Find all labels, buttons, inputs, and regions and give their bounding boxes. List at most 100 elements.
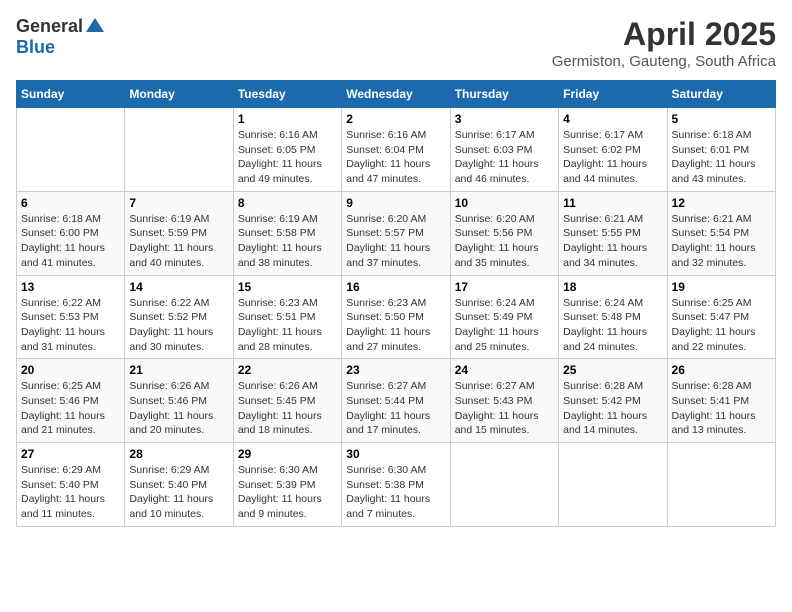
calendar-cell: 30 Sunrise: 6:30 AMSunset: 5:38 PMDayligh…: [342, 443, 450, 527]
calendar-day-header: Monday: [125, 81, 233, 108]
calendar-cell: 2 Sunrise: 6:16 AMSunset: 6:04 PMDaylight…: [342, 108, 450, 192]
day-number: 5: [672, 112, 771, 126]
day-number: 27: [21, 447, 120, 461]
day-number: 15: [238, 280, 337, 294]
day-info: Sunrise: 6:16 AMSunset: 6:04 PMDaylight:…: [346, 128, 445, 187]
calendar-cell: 16 Sunrise: 6:23 AMSunset: 5:50 PMDayligh…: [342, 275, 450, 359]
day-number: 6: [21, 196, 120, 210]
page-subtitle: Germiston, Gauteng, South Africa: [552, 53, 776, 70]
day-number: 30: [346, 447, 445, 461]
day-info: Sunrise: 6:21 AMSunset: 5:54 PMDaylight:…: [672, 212, 771, 271]
day-number: 24: [455, 363, 554, 377]
day-info: Sunrise: 6:29 AMSunset: 5:40 PMDaylight:…: [21, 463, 120, 522]
day-number: 7: [129, 196, 228, 210]
calendar-week-row: 6 Sunrise: 6:18 AMSunset: 6:00 PMDaylight…: [17, 191, 776, 275]
day-info: Sunrise: 6:29 AMSunset: 5:40 PMDaylight:…: [129, 463, 228, 522]
day-info: Sunrise: 6:28 AMSunset: 5:42 PMDaylight:…: [563, 379, 662, 438]
calendar-cell: 11 Sunrise: 6:21 AMSunset: 5:55 PMDayligh…: [559, 191, 667, 275]
calendar-cell: 22 Sunrise: 6:26 AMSunset: 5:45 PMDayligh…: [233, 359, 341, 443]
calendar-cell: 15 Sunrise: 6:23 AMSunset: 5:51 PMDayligh…: [233, 275, 341, 359]
day-info: Sunrise: 6:25 AMSunset: 5:46 PMDaylight:…: [21, 379, 120, 438]
calendar-cell: 17Sunrise: 6:24 AMSunset: 5:49 PMDayligh…: [450, 275, 558, 359]
calendar-cell: 14Sunrise: 6:22 AMSunset: 5:52 PMDayligh…: [125, 275, 233, 359]
day-info: Sunrise: 6:21 AMSunset: 5:55 PMDaylight:…: [563, 212, 662, 271]
day-number: 18: [563, 280, 662, 294]
day-number: 20: [21, 363, 120, 377]
calendar-cell: 13 Sunrise: 6:22 AMSunset: 5:53 PMDayligh…: [17, 275, 125, 359]
calendar-body: 1 Sunrise: 6:16 AMSunset: 6:05 PMDaylight…: [17, 108, 776, 527]
calendar-cell: 27 Sunrise: 6:29 AMSunset: 5:40 PMDayligh…: [17, 443, 125, 527]
day-info: Sunrise: 6:26 AMSunset: 5:45 PMDaylight:…: [238, 379, 337, 438]
day-number: 25: [563, 363, 662, 377]
calendar-day-header: Thursday: [450, 81, 558, 108]
day-number: 2: [346, 112, 445, 126]
calendar-cell: [125, 108, 233, 192]
day-number: 3: [455, 112, 554, 126]
calendar-week-row: 13 Sunrise: 6:22 AMSunset: 5:53 PMDayligh…: [17, 275, 776, 359]
calendar-day-header: Friday: [559, 81, 667, 108]
day-number: 16: [346, 280, 445, 294]
day-number: 29: [238, 447, 337, 461]
day-info: Sunrise: 6:27 AMSunset: 5:43 PMDaylight:…: [455, 379, 554, 438]
day-info: Sunrise: 6:23 AMSunset: 5:50 PMDaylight:…: [346, 296, 445, 355]
day-number: 28: [129, 447, 228, 461]
calendar-cell: 9Sunrise: 6:20 AMSunset: 5:57 PMDaylight…: [342, 191, 450, 275]
day-info: Sunrise: 6:23 AMSunset: 5:51 PMDaylight:…: [238, 296, 337, 355]
day-number: 10: [455, 196, 554, 210]
calendar-cell: 26 Sunrise: 6:28 AMSunset: 5:41 PMDayligh…: [667, 359, 775, 443]
header: General Blue April 2025 Germiston, Gaute…: [16, 16, 776, 70]
calendar-table: SundayMondayTuesdayWednesdayThursdayFrid…: [16, 80, 776, 527]
day-info: Sunrise: 6:19 AMSunset: 5:59 PMDaylight:…: [129, 212, 228, 271]
calendar-cell: 5 Sunrise: 6:18 AMSunset: 6:01 PMDaylight…: [667, 108, 775, 192]
calendar-cell: 6 Sunrise: 6:18 AMSunset: 6:00 PMDaylight…: [17, 191, 125, 275]
calendar-cell: 24 Sunrise: 6:27 AMSunset: 5:43 PMDayligh…: [450, 359, 558, 443]
day-info: Sunrise: 6:24 AMSunset: 5:49 PMDaylight:…: [455, 296, 554, 355]
day-info: Sunrise: 6:30 AMSunset: 5:38 PMDaylight:…: [346, 463, 445, 522]
calendar-cell: [450, 443, 558, 527]
day-info: Sunrise: 6:16 AMSunset: 6:05 PMDaylight:…: [238, 128, 337, 187]
calendar-cell: 8 Sunrise: 6:19 AMSunset: 5:58 PMDaylight…: [233, 191, 341, 275]
page-title: April 2025: [552, 16, 776, 53]
day-info: Sunrise: 6:20 AMSunset: 5:56 PMDaylight:…: [455, 212, 554, 271]
day-info: Sunrise: 6:19 AMSunset: 5:58 PMDaylight:…: [238, 212, 337, 271]
day-number: 13: [21, 280, 120, 294]
calendar-cell: 3Sunrise: 6:17 AMSunset: 6:03 PMDaylight…: [450, 108, 558, 192]
calendar-day-header: Sunday: [17, 81, 125, 108]
day-info: Sunrise: 6:28 AMSunset: 5:41 PMDaylight:…: [672, 379, 771, 438]
calendar-cell: 1 Sunrise: 6:16 AMSunset: 6:05 PMDaylight…: [233, 108, 341, 192]
day-number: 4: [563, 112, 662, 126]
logo-general-text: General: [16, 16, 83, 37]
day-number: 23: [346, 363, 445, 377]
day-info: Sunrise: 6:27 AMSunset: 5:44 PMDaylight:…: [346, 379, 445, 438]
calendar-week-row: 27 Sunrise: 6:29 AMSunset: 5:40 PMDayligh…: [17, 443, 776, 527]
day-number: 26: [672, 363, 771, 377]
title-area: April 2025 Germiston, Gauteng, South Afr…: [552, 16, 776, 70]
calendar-cell: 10 Sunrise: 6:20 AMSunset: 5:56 PMDayligh…: [450, 191, 558, 275]
logo-blue-text: Blue: [16, 37, 55, 57]
calendar-week-row: 1 Sunrise: 6:16 AMSunset: 6:05 PMDaylight…: [17, 108, 776, 192]
calendar-cell: 12Sunrise: 6:21 AMSunset: 5:54 PMDayligh…: [667, 191, 775, 275]
day-info: Sunrise: 6:22 AMSunset: 5:53 PMDaylight:…: [21, 296, 120, 355]
calendar-header-row: SundayMondayTuesdayWednesdayThursdayFrid…: [17, 81, 776, 108]
day-info: Sunrise: 6:30 AMSunset: 5:39 PMDaylight:…: [238, 463, 337, 522]
day-info: Sunrise: 6:26 AMSunset: 5:46 PMDaylight:…: [129, 379, 228, 438]
calendar-cell: 19Sunrise: 6:25 AMSunset: 5:47 PMDayligh…: [667, 275, 775, 359]
logo-triangle-icon: [86, 18, 104, 37]
day-info: Sunrise: 6:25 AMSunset: 5:47 PMDaylight:…: [672, 296, 771, 355]
day-number: 22: [238, 363, 337, 377]
calendar-day-header: Tuesday: [233, 81, 341, 108]
day-number: 8: [238, 196, 337, 210]
calendar-day-header: Saturday: [667, 81, 775, 108]
calendar-week-row: 20 Sunrise: 6:25 AMSunset: 5:46 PMDayligh…: [17, 359, 776, 443]
day-number: 11: [563, 196, 662, 210]
day-info: Sunrise: 6:18 AMSunset: 6:01 PMDaylight:…: [672, 128, 771, 187]
day-info: Sunrise: 6:18 AMSunset: 6:00 PMDaylight:…: [21, 212, 120, 271]
calendar-cell: [17, 108, 125, 192]
day-info: Sunrise: 6:17 AMSunset: 6:02 PMDaylight:…: [563, 128, 662, 187]
calendar-cell: 7 Sunrise: 6:19 AMSunset: 5:59 PMDaylight…: [125, 191, 233, 275]
day-number: 1: [238, 112, 337, 126]
day-number: 9: [346, 196, 445, 210]
day-info: Sunrise: 6:24 AMSunset: 5:48 PMDaylight:…: [563, 296, 662, 355]
calendar-cell: 25 Sunrise: 6:28 AMSunset: 5:42 PMDayligh…: [559, 359, 667, 443]
day-info: Sunrise: 6:22 AMSunset: 5:52 PMDaylight:…: [129, 296, 228, 355]
